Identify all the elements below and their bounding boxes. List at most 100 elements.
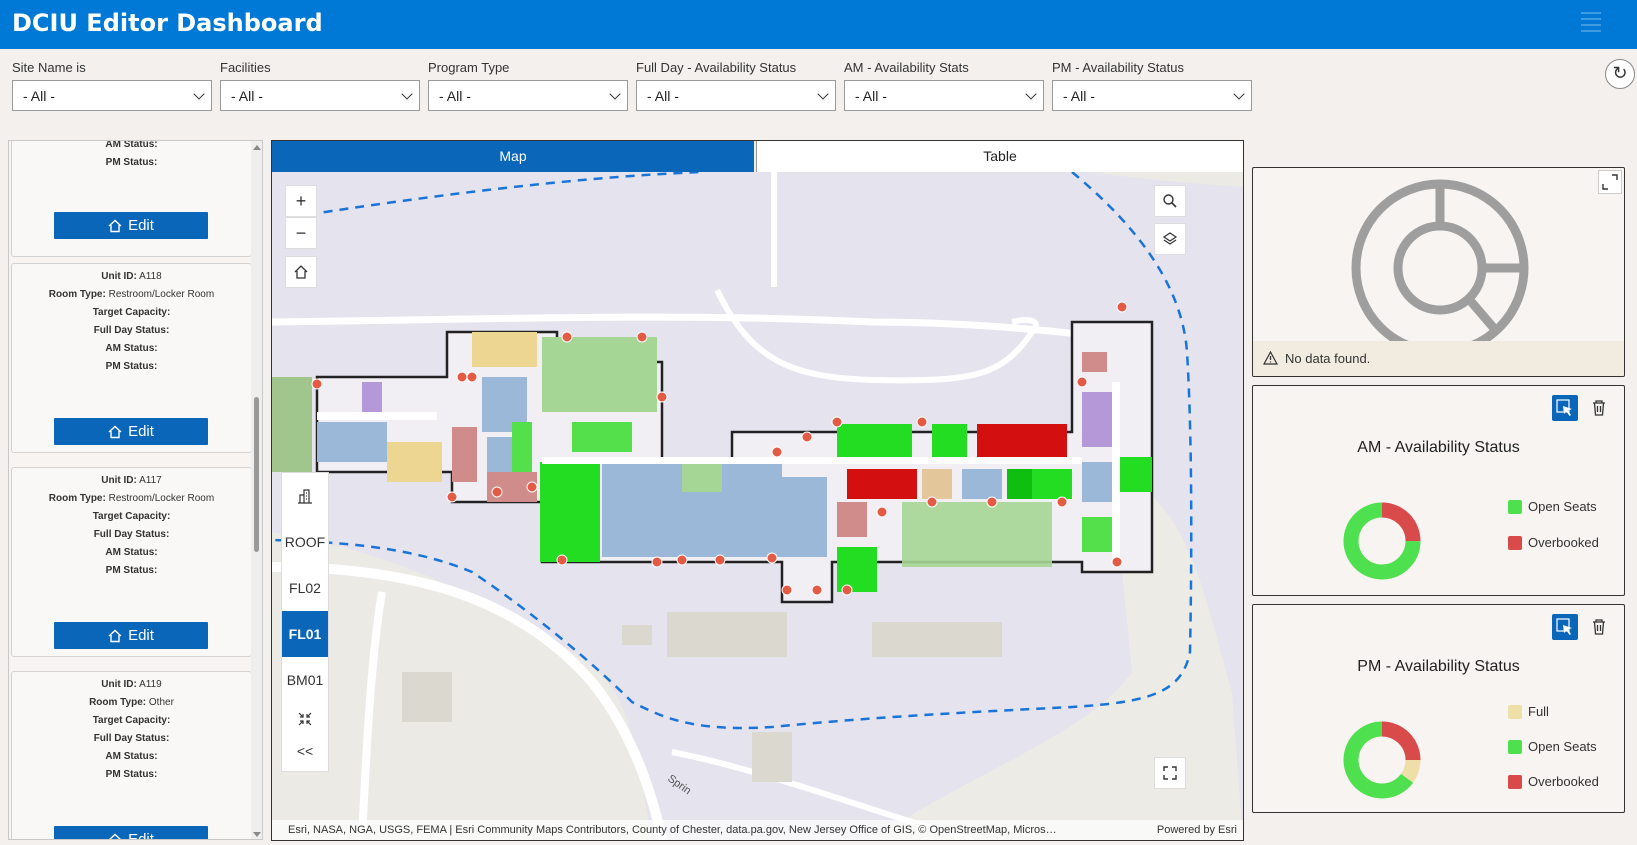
collapse-levels-button[interactable] [282, 703, 328, 735]
full-day-line: Full Day Status: [12, 730, 251, 748]
edit-label: Edit [128, 831, 154, 840]
legend-swatch [1508, 500, 1522, 514]
zoom-out-button[interactable]: − [285, 217, 317, 249]
unit-id-value: A119 [139, 679, 162, 690]
menu-icon[interactable] [1581, 12, 1601, 34]
legend-open-seats[interactable]: Open Seats [1508, 499, 1597, 514]
am-status-line: AM Status: [12, 748, 251, 766]
floor-fl01[interactable]: FL01 [282, 611, 328, 657]
legend-open-seats[interactable]: Open Seats [1508, 739, 1597, 754]
select-value: - All - [231, 88, 263, 104]
pm-status-line: PM Status: [12, 154, 251, 172]
filter-label: Facilities [220, 60, 271, 75]
unit-id-label: Unit ID: [101, 271, 137, 282]
floor-bm01[interactable]: BM01 [282, 657, 328, 703]
am-status-label: AM Status: [105, 547, 158, 558]
map-panel: Map Table Sprin + − ROOF FL02 FL01 BM01 … [271, 140, 1244, 841]
legend-overbooked[interactable]: Overbooked [1508, 535, 1599, 550]
chevron-down-icon [817, 88, 829, 100]
full-day-select[interactable]: - All - [636, 80, 836, 111]
attribution-text: Esri, NASA, NGA, USGS, FEMA | Esri Commu… [288, 824, 1057, 836]
floor-roof[interactable]: ROOF [282, 519, 328, 565]
room-list[interactable]: AM Status: PM Status: Edit Unit ID: A118… [8, 140, 263, 840]
powered-by-esri[interactable]: Powered by Esri [1157, 820, 1237, 840]
am-select[interactable]: - All - [844, 80, 1044, 111]
zoom-in-button[interactable]: + [285, 185, 317, 217]
floor-fl02[interactable]: FL02 [282, 565, 328, 611]
target-capacity-label: Target Capacity: [92, 715, 171, 726]
edit-label: Edit [128, 627, 154, 644]
select-value: - All - [647, 88, 679, 104]
building-button[interactable] [282, 473, 328, 519]
reset-filters-button[interactable]: ↻ [1605, 59, 1635, 89]
zoom-in-icon: + [295, 191, 307, 211]
unit-id-line: Unit ID: A117 [12, 472, 251, 490]
tab-map[interactable]: Map [272, 141, 754, 172]
pm-select[interactable]: - All - [1052, 80, 1252, 111]
collapse-panel-button[interactable]: << [282, 735, 328, 767]
pm-status-label: PM Status: [105, 157, 158, 168]
map-view[interactable]: Sprin + − ROOF FL02 FL01 BM01 << Esri, N… [272, 172, 1243, 840]
filter-label: PM - Availability Status [1052, 60, 1184, 75]
target-capacity-line: Target Capacity: [12, 304, 251, 322]
room-type-value: Restroom/Locker Room [108, 289, 215, 300]
floor-picker: ROOF FL02 FL01 BM01 << [281, 472, 329, 772]
selection-button[interactable] [1552, 395, 1578, 421]
clear-selection-button[interactable] [1586, 395, 1612, 421]
am-donut-chart[interactable] [1332, 491, 1432, 591]
room-type-line: Room Type: Restroom/Locker Room [12, 490, 251, 508]
edit-button[interactable]: Edit [54, 212, 208, 239]
home-button[interactable] [285, 256, 317, 288]
select-value: - All - [1063, 88, 1095, 104]
select-value: - All - [439, 88, 471, 104]
legend-swatch [1508, 536, 1522, 550]
edit-button[interactable]: Edit [54, 826, 208, 840]
legend-overbooked[interactable]: Overbooked [1508, 774, 1599, 789]
selection-button[interactable] [1552, 614, 1578, 640]
site-name-select[interactable]: - All - [12, 80, 212, 111]
collapse-icon [298, 712, 312, 726]
chart-title: PM - Availability Status [1357, 658, 1520, 675]
am-status-label: AM Status: [105, 140, 158, 150]
filter-label: Site Name is [12, 60, 86, 75]
header-bar: DCIU Editor Dashboard [0, 0, 1637, 49]
clear-selection-button[interactable] [1586, 614, 1612, 640]
home-icon [294, 265, 308, 279]
full-day-label: Full Day Status: [93, 733, 170, 744]
target-capacity-line: Target Capacity: [12, 508, 251, 526]
warning-icon [1263, 351, 1278, 365]
pm-status-line: PM Status: [12, 766, 251, 784]
room-type-value: Other [148, 697, 174, 708]
filter-pm: PM - Availability Status - All - [1052, 60, 1252, 111]
pm-status-line: PM Status: [12, 562, 251, 580]
edit-label: Edit [128, 423, 154, 440]
layers-button[interactable] [1154, 223, 1186, 255]
list-scrollbar[interactable] [251, 141, 262, 839]
edit-label: Edit [128, 217, 154, 234]
pm-donut-chart[interactable] [1332, 710, 1432, 810]
full-day-line: Full Day Status: [12, 526, 251, 544]
home-icon [108, 219, 122, 233]
scroll-up-arrow-icon[interactable] [253, 145, 261, 150]
app-title: DCIU Editor Dashboard [12, 9, 323, 37]
home-icon [109, 833, 121, 839]
list-item: Unit ID: A119 Room Type: Other Target Ca… [11, 671, 252, 840]
filter-full-day: Full Day - Availability Status - All - [636, 60, 836, 111]
filter-facilities: Facilities - All - [220, 60, 420, 111]
legend-full[interactable]: Full [1508, 704, 1549, 719]
expand-widget-button[interactable] [1598, 170, 1622, 194]
facilities-select[interactable]: - All - [220, 80, 420, 111]
filter-label: AM - Availability Stats [844, 60, 969, 75]
scroll-thumb[interactable] [254, 397, 259, 552]
scroll-down-arrow-icon[interactable] [253, 832, 261, 837]
fullscreen-button[interactable] [1154, 757, 1186, 789]
edit-button[interactable]: Edit [54, 418, 208, 445]
edit-button[interactable]: Edit [54, 622, 208, 649]
select-cursor-icon [1556, 399, 1572, 416]
chevron-down-icon [193, 88, 205, 100]
search-button[interactable] [1154, 185, 1186, 217]
filter-bar: Site Name is - All - Facilities - All - … [0, 49, 1637, 129]
program-type-select[interactable]: - All - [428, 80, 628, 111]
tab-table[interactable]: Table [756, 141, 1243, 172]
unit-id-value: A118 [139, 271, 162, 282]
